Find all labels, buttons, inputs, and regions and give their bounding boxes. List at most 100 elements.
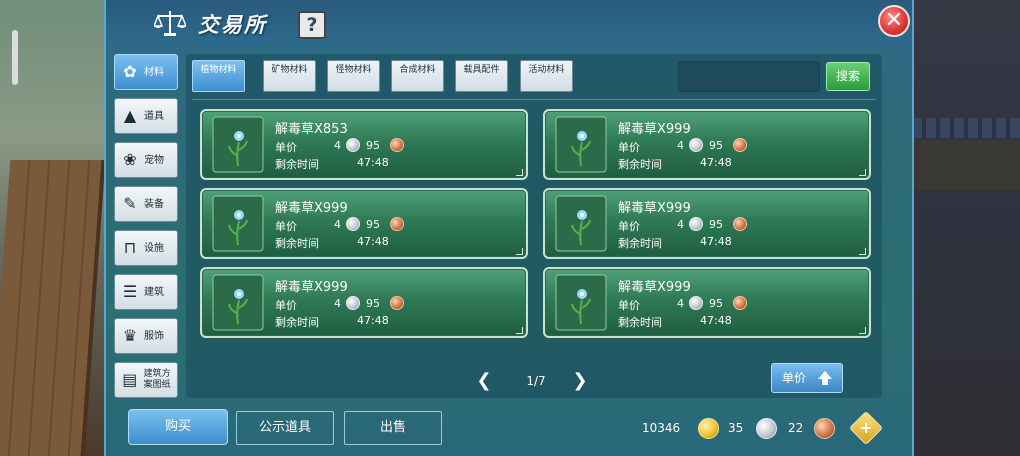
page-indicator: 1/7 [526, 374, 546, 388]
page-title: 交易所 [198, 13, 267, 37]
listing-card[interactable]: 解毒草X999 单价 4 95 剩余时间 47:48 [543, 188, 871, 259]
background-step [912, 140, 1020, 190]
pet-paw-icon: ❀ [123, 150, 137, 169]
listing-card[interactable]: 解毒草X853 单价 4 95 剩余时间 47:48 [200, 109, 528, 180]
sort-label: 单价 [782, 371, 807, 385]
category-clothing[interactable]: ♛ 服饰 [114, 318, 178, 354]
copper-coin-icon [390, 217, 404, 231]
time-left-label: 剩余时间 [275, 237, 319, 250]
divider [192, 99, 876, 100]
card-corner-decor [516, 327, 523, 334]
price-label: 单价 [618, 299, 640, 312]
category-label: 装备 [144, 198, 164, 210]
subtab-mineral-material[interactable]: 矿物材料 [263, 60, 316, 92]
category-label: 道具 [144, 110, 164, 122]
listing-card[interactable]: 解毒草X999 单价 4 95 剩余时间 47:48 [200, 267, 528, 338]
time-left-value: 47:48 [700, 156, 732, 169]
time-left-label: 剩余时间 [618, 316, 662, 329]
search-input[interactable] [678, 61, 820, 92]
price-label: 单价 [275, 220, 297, 233]
plus-icon: + [859, 418, 873, 437]
card-corner-decor [859, 327, 866, 334]
silver-amount: 35 [728, 421, 744, 435]
facility-icon: ⊓ [123, 238, 137, 257]
item-name: 解毒草X999 [618, 201, 691, 216]
price-copper: 95 [366, 218, 380, 231]
gold-amount: 10346 [642, 421, 681, 435]
subtab-event-material[interactable]: 活动材料 [520, 60, 573, 92]
close-icon: ✕ [884, 8, 904, 33]
price-silver: 4 [677, 139, 684, 152]
card-corner-decor [516, 169, 523, 176]
category-equipment[interactable]: ✎ 装备 [114, 186, 178, 222]
next-page-button[interactable]: ❯ [572, 372, 588, 390]
gold-coin-icon [698, 418, 719, 439]
clothing-icon: ♛ [122, 326, 138, 345]
category-item[interactable]: ▲ 道具 [114, 98, 178, 134]
card-corner-decor [859, 169, 866, 176]
category-label: 建筑 [144, 286, 164, 298]
bottom-bar: 购买 公示道具 出售 10346 35 22 + [106, 402, 912, 456]
copper-amount: 22 [788, 421, 804, 435]
side-scroll-indicator[interactable] [12, 30, 18, 85]
price-copper: 95 [366, 139, 380, 152]
wooden-crate [0, 160, 106, 456]
antidote-herb-icon [555, 274, 607, 331]
category-label: 建筑方案图纸 [143, 369, 171, 390]
category-pet[interactable]: ❀ 宠物 [114, 142, 178, 178]
category-label: 材料 [144, 66, 164, 78]
silver-coin-icon [689, 138, 703, 152]
listing-card[interactable]: 解毒草X999 单价 4 95 剩余时间 47:48 [543, 267, 871, 338]
item-name: 解毒草X999 [275, 201, 348, 216]
exchange-panel: 交易所 ? ✕ ✿ 材料 ▲ 道具 ❀ 宠物 ✎ 装备 ⊓ 设施 ☰ 建筑 ♛ … [104, 0, 914, 456]
subtab-plant-material[interactable]: 植物材料 [192, 60, 245, 92]
category-label: 服饰 [144, 330, 164, 342]
add-currency-button[interactable]: + [849, 411, 883, 445]
subtab-monster-material[interactable]: 怪物材料 [327, 60, 380, 92]
price-copper: 95 [709, 139, 723, 152]
sort-arrow-up-icon [818, 371, 832, 385]
category-material[interactable]: ✿ 材料 [114, 54, 178, 90]
listing-card[interactable]: 解毒草X999 单价 4 95 剩余时间 47:48 [543, 109, 871, 180]
copper-coin-icon [733, 217, 747, 231]
antidote-herb-icon [555, 116, 607, 173]
chevron-left-icon: ❮ [476, 370, 492, 391]
time-left-value: 47:48 [357, 156, 389, 169]
sell-button[interactable]: 出售 [344, 411, 442, 445]
listing-area: 植物材料 矿物材料 怪物材料 合成材料 载具配件 活动材料 搜索 解毒草X853… [186, 54, 882, 398]
item-name: 解毒草X999 [618, 280, 691, 295]
antidote-herb-icon [212, 116, 264, 173]
help-button[interactable]: ? [298, 11, 326, 39]
category-facility[interactable]: ⊓ 设施 [114, 230, 178, 266]
buy-button[interactable]: 购买 [128, 409, 228, 445]
silver-coin-icon [346, 138, 360, 152]
close-button[interactable]: ✕ [878, 5, 910, 37]
time-left-value: 47:48 [700, 235, 732, 248]
time-left-value: 47:48 [357, 235, 389, 248]
listing-card[interactable]: 解毒草X999 单价 4 95 剩余时间 47:48 [200, 188, 528, 259]
time-left-value: 47:48 [357, 314, 389, 327]
category-building[interactable]: ☰ 建筑 [114, 274, 178, 310]
time-left-label: 剩余时间 [618, 158, 662, 171]
prev-page-button[interactable]: ❮ [476, 372, 492, 390]
price-silver: 4 [677, 218, 684, 231]
title-bar: 交易所 ? ✕ [106, 0, 912, 46]
public-items-button[interactable]: 公示道具 [236, 411, 334, 445]
time-left-label: 剩余时间 [275, 316, 319, 329]
silver-coin-icon [346, 296, 360, 310]
silver-coin-icon [689, 217, 703, 231]
antidote-herb-icon [212, 274, 264, 331]
sort-by-price-button[interactable]: 单价 [771, 363, 843, 393]
category-label: 宠物 [144, 154, 164, 166]
price-label: 单价 [618, 220, 640, 233]
equipment-icon: ✎ [123, 194, 137, 213]
subtab-crafted-material[interactable]: 合成材料 [391, 60, 444, 92]
category-blueprint[interactable]: ▤ 建筑方案图纸 [114, 362, 178, 398]
background-scene-left [0, 0, 110, 456]
item-icon: ▲ [123, 106, 137, 125]
silver-coin-icon [689, 296, 703, 310]
price-silver: 4 [334, 297, 341, 310]
price-label: 单价 [618, 141, 640, 154]
subtab-vehicle-parts[interactable]: 载具配件 [455, 60, 508, 92]
search-button[interactable]: 搜索 [826, 62, 870, 91]
